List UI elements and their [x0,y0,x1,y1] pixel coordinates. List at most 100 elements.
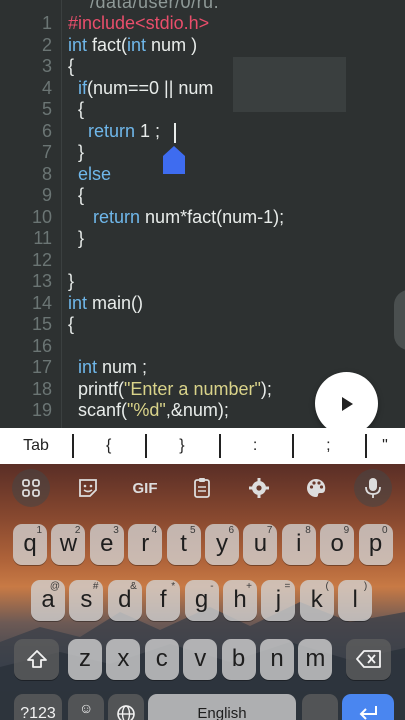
emoji-key[interactable]: ☺ [68,694,104,720]
open-brace-key[interactable]: { [72,428,145,464]
key-z[interactable]: z [68,639,102,680]
key-label: y [216,530,228,557]
key-label: f [159,586,167,613]
key-label: v [194,645,207,672]
enter-icon [359,706,377,720]
key-s[interactable]: s # [69,580,104,621]
key-m[interactable]: m [298,639,333,680]
space-key[interactable]: English [148,694,296,720]
code-token: { [68,99,85,119]
key-d[interactable]: d & [107,580,142,621]
code-line[interactable]: 9 { [0,185,405,207]
key-label: m [305,645,326,672]
key-h[interactable]: h + [223,580,257,621]
code-line[interactable]: 13} [0,271,405,293]
sticker-button[interactable] [69,472,107,504]
code-text: int fact(int num ) [68,35,197,57]
line-number: 3 [41,56,52,76]
key-y[interactable]: y6 [205,524,239,565]
text-caret [174,123,176,143]
code-token: num ; [102,357,148,377]
key-o[interactable]: o9 [320,524,355,565]
key-q[interactable]: q1 [13,524,47,565]
gif-button[interactable]: GIF [126,472,164,504]
apps-grid-button[interactable] [12,469,50,507]
settings-button[interactable] [240,472,278,504]
period-key[interactable] [302,694,338,720]
code-token: int [78,357,103,377]
language-key[interactable] [108,694,144,720]
code-line[interactable]: 1 #include<stdio.h> [0,13,405,35]
key-hint: # [92,581,99,592]
symbols-key[interactable]: ?123 [14,694,62,720]
code-token: } [68,271,75,291]
key-u[interactable]: u7 [243,524,278,565]
code-token: int [127,34,152,55]
code-token: ); [260,378,272,399]
key-v[interactable]: v [183,639,218,680]
clipboard-button[interactable] [183,472,221,504]
backspace-key[interactable] [346,639,391,680]
code-line[interactable]: 8 else [0,164,405,186]
line-number: 10 [31,206,52,227]
quote-key[interactable]: " [365,428,405,464]
key-w[interactable]: w2 [51,524,86,565]
code-text: else [68,164,111,186]
code-text: int num ; [68,357,147,379]
key-c[interactable]: c [144,639,179,680]
tab-key[interactable]: Tab [0,428,72,464]
colon-key[interactable]: : [218,428,292,464]
semicolon-key[interactable]: ; [291,428,365,464]
code-line[interactable]: 15 { [0,314,405,336]
key-label: x [117,645,130,672]
line-number: 2 [41,34,52,55]
key-n[interactable]: n [260,639,294,680]
code-token: #include<stdio.h> [68,13,210,33]
key-label: e [100,530,114,557]
code-line[interactable]: 11 } [0,228,405,250]
key-hint: = [284,581,291,592]
key-j[interactable]: j = [261,580,296,621]
theme-button[interactable] [297,472,335,504]
key-r[interactable]: r4 [128,524,163,565]
code-line[interactable]: 2 int fact(int num ) [0,35,405,57]
close-brace-key[interactable]: } [145,428,218,464]
key-t[interactable]: t5 [166,524,201,565]
key-b[interactable]: b [221,639,256,680]
key-p[interactable]: p0 [358,524,393,565]
code-token: } [68,142,85,162]
code-line[interactable]: 7 } [0,142,405,164]
run-button[interactable] [315,372,378,428]
line-number: 7 [41,142,52,162]
key-i[interactable]: i8 [281,524,316,565]
key-e[interactable]: e3 [89,524,124,565]
key-l[interactable]: l) [338,580,373,621]
shift-key[interactable] [14,639,59,680]
voice-input-button[interactable] [354,469,392,507]
code-editor[interactable]: /data/user/0/ru. 1 #include<stdio.h> 2 int … [0,0,405,428]
key-label: n [270,645,284,672]
side-panel-handle[interactable] [394,290,405,350]
code-line[interactable]: 16 [0,336,405,358]
line-number: 11 [33,228,52,248]
key-g[interactable]: g- [184,580,219,621]
code-token: num ) [151,34,198,55]
code-line[interactable]: 6 return 1 ; [0,121,405,143]
key-x[interactable]: x [106,639,141,680]
code-line[interactable]: 12 [0,250,405,272]
code-token: "%d" [127,400,166,420]
key-f[interactable]: f * [146,580,181,621]
enter-key[interactable] [342,694,394,720]
line-number: 14 [31,292,52,313]
key-a[interactable]: a @ [31,580,65,621]
code-line[interactable]: 14 int main() [0,293,405,315]
cursor-handle-icon[interactable] [163,146,185,174]
code-line[interactable]: 10 return num*fact(num-1); [0,207,405,229]
key-label: r [141,530,150,557]
key-k[interactable]: k( [299,580,334,621]
autocomplete-popup[interactable] [233,57,346,112]
